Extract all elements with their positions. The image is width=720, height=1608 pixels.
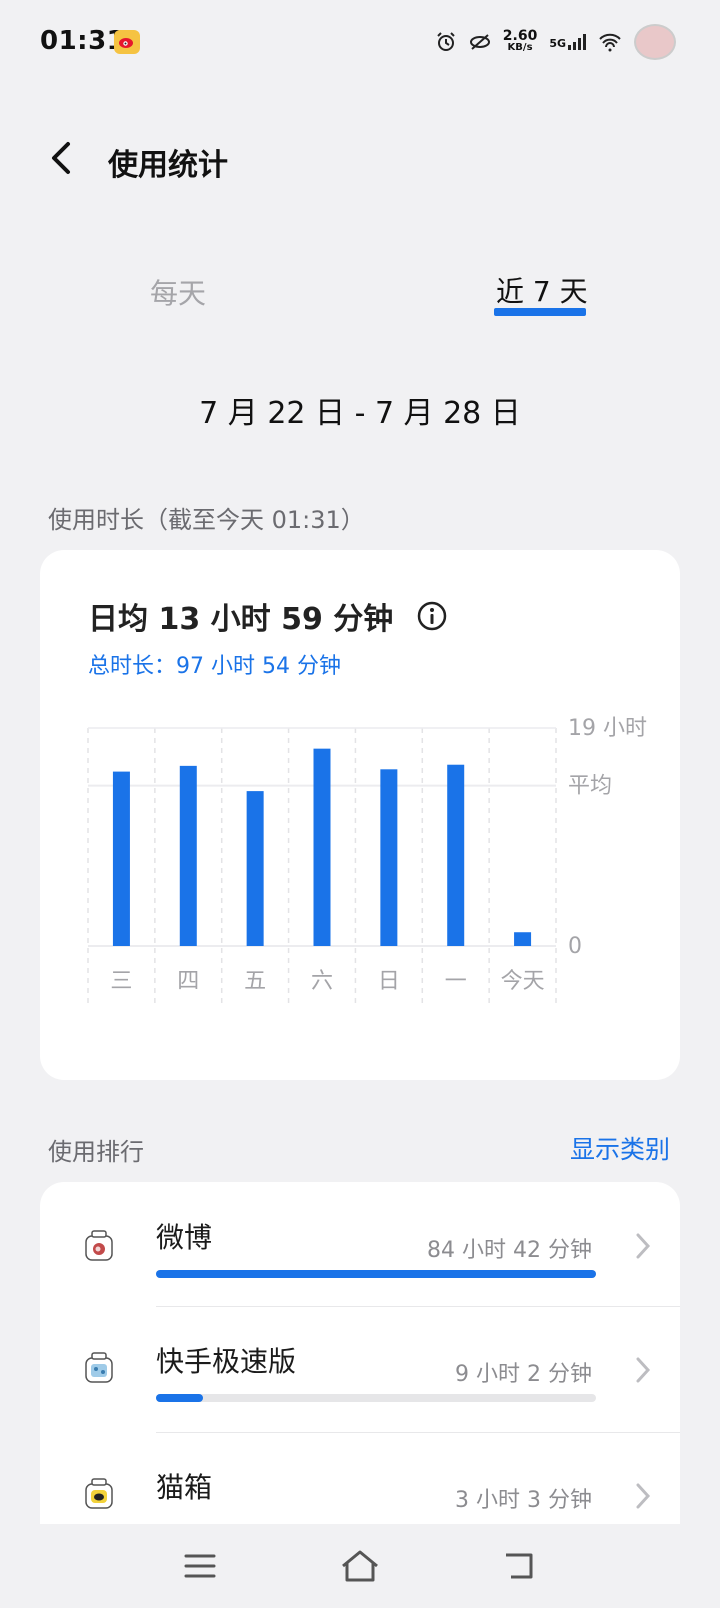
- status-icons: 2.60 KB/s 5G: [435, 24, 676, 60]
- x-tick-label: 五: [244, 969, 266, 994]
- chart-bar: [447, 764, 465, 946]
- home-button[interactable]: [336, 1542, 384, 1590]
- eye-off-icon: [469, 34, 490, 50]
- usage-progress-fill: [156, 1394, 204, 1402]
- chart-bar: [112, 771, 130, 946]
- wifi-icon: [599, 33, 621, 52]
- page-title: 使用统计: [108, 148, 228, 183]
- x-tick-label: 今天: [501, 969, 545, 994]
- app-name: 快手极速版: [156, 1345, 297, 1378]
- chart-bar: [514, 932, 532, 946]
- status-time: 01:31: [40, 26, 126, 56]
- weibo-notification-icon: [114, 30, 140, 54]
- speed-unit: KB/s: [507, 42, 533, 53]
- show-category-button[interactable]: 显示类别: [570, 1130, 670, 1166]
- usage-progress-fill: [156, 1270, 596, 1278]
- usage-progress-bar: [156, 1394, 596, 1402]
- y-tick-label: 平均: [568, 774, 612, 799]
- usage-section-title: 使用时长（截至今天 01:31）: [48, 506, 365, 534]
- usage-bar-chart: 三 四 五 六 日 一 今天 19 小时平均 0: [87, 716, 647, 1006]
- list-item-maoxiang[interactable]: 猫箱 3 小时 3 分钟: [40, 1434, 680, 1524]
- usage-card: 日均 13 小时 59 分钟 总时长：97 小时 54 分钟 三 四 五 六 日 一 今天 1…: [40, 550, 680, 1080]
- kuaishou-app-icon: [85, 1352, 113, 1383]
- network-speed: 2.60 KB/s: [502, 28, 538, 54]
- chart-bar: [246, 791, 264, 946]
- tab-last-7-days[interactable]: 近 7 天: [496, 270, 588, 310]
- back-button[interactable]: [496, 1542, 544, 1590]
- app-usage-time: 3 小时 3 分钟: [455, 1488, 592, 1513]
- x-tick-label: 六: [311, 969, 333, 994]
- menu-button[interactable]: [176, 1542, 224, 1590]
- x-tick-label: 一: [445, 969, 467, 994]
- x-tick-label: 四: [177, 969, 199, 994]
- y-tick-label: 0: [568, 934, 582, 959]
- total-duration: 总时长：97 小时 54 分钟: [88, 654, 341, 679]
- chevron-right-icon: [636, 1483, 651, 1509]
- weibo-app-icon: [85, 1230, 113, 1261]
- speed-value: 2.60: [502, 28, 538, 44]
- chevron-right-icon: [636, 1357, 651, 1383]
- divider: [156, 1306, 680, 1307]
- ranking-section-title: 使用排行: [48, 1138, 144, 1166]
- home-icon: [342, 1550, 378, 1582]
- menu-icon: [184, 1554, 216, 1578]
- app-name: 微博: [156, 1221, 213, 1254]
- tab-indicator: [494, 308, 586, 316]
- navigation-bar: [0, 1524, 720, 1608]
- avatar[interactable]: [634, 24, 676, 60]
- usage-progress-bar: [156, 1270, 596, 1278]
- y-tick-label: 19 小时: [568, 716, 647, 741]
- chart-bar: [179, 765, 197, 946]
- daily-average: 日均 13 小时 59 分钟: [88, 602, 394, 637]
- list-item-kuaishou[interactable]: 快手极速版 9 小时 2 分钟: [40, 1308, 680, 1436]
- date-range: 7 月 22 日 - 7 月 28 日: [199, 396, 521, 431]
- network-type: 5G: [549, 37, 566, 50]
- chart-bar: [313, 748, 331, 946]
- chart-bar: [380, 769, 398, 946]
- app-usage-time: 9 小时 2 分钟: [455, 1362, 592, 1387]
- daily-average-row: 日均 13 小时 59 分钟: [88, 594, 447, 638]
- x-tick-label: 三: [110, 969, 132, 994]
- app-usage-time: 84 小时 42 分钟: [427, 1238, 592, 1263]
- alarm-icon: [437, 32, 455, 51]
- divider: [156, 1432, 680, 1433]
- x-tick-label: 日: [378, 969, 400, 994]
- ranking-list: 微博 84 小时 42 分钟 快手极速版 9 小时 2 分钟 猫箱 3 小时 3…: [40, 1182, 680, 1524]
- app-name: 猫箱: [156, 1471, 213, 1504]
- tab-daily[interactable]: 每天: [150, 272, 206, 312]
- signal-icon: 5G: [549, 34, 586, 50]
- chevron-right-icon: [636, 1233, 651, 1259]
- back-arrow-icon[interactable]: [44, 138, 80, 178]
- info-icon[interactable]: [417, 601, 447, 631]
- list-item-weibo[interactable]: 微博 84 小时 42 分钟: [40, 1182, 680, 1310]
- back-nav-icon: [506, 1553, 533, 1579]
- maoxiang-app-icon: [85, 1478, 113, 1509]
